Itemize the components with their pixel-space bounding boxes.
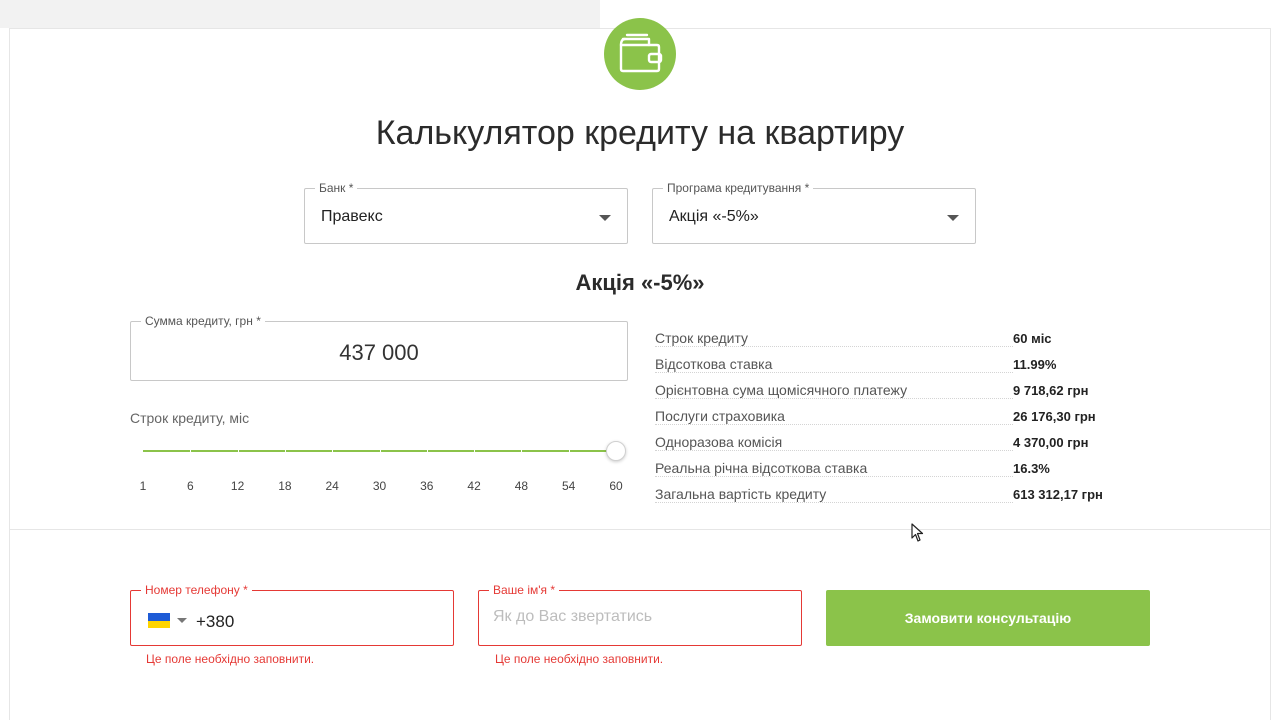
term-slider-tick [568, 448, 570, 454]
detail-label: Орієнтовна сума щомісячного платежу [655, 381, 1013, 399]
loan-details: Строк кредиту 60 міс Відсоткова ставка 11.9… [655, 325, 1125, 507]
term-tick-label: 12 [230, 479, 245, 493]
detail-row: Реальна річна відсоткова ставка 16.3% [655, 455, 1125, 481]
term-label: Строк кредиту, міс [130, 410, 250, 426]
term-slider-handle[interactable] [606, 441, 626, 461]
term-slider-tick [474, 448, 476, 454]
detail-value: 26 176,30 грн [1013, 408, 1096, 424]
name-error: Це поле необхідно заповнити. [495, 652, 664, 666]
term-tick-label: 36 [420, 479, 434, 493]
chevron-down-icon[interactable] [177, 618, 187, 623]
detail-label: Одноразова комісія [655, 433, 1013, 451]
detail-value: 11.99% [1013, 356, 1057, 372]
term-slider-tick [237, 448, 239, 454]
phone-error: Це поле необхідно заповнити. [146, 652, 315, 666]
detail-row: Відсоткова ставка 11.99% [655, 351, 1125, 377]
program-value: Акція «-5%» [669, 208, 759, 225]
detail-row: Одноразова комісія 4 370,00 грн [655, 429, 1125, 455]
term-tick-label: 18 [278, 479, 292, 493]
detail-row: Орієнтовна сума щомісячного платежу 9 718… [655, 377, 1125, 403]
amount-label: Сумма кредиту, грн * [141, 314, 265, 328]
chevron-down-icon [599, 215, 611, 221]
page-title: Калькулятор кредиту на квартиру [375, 114, 905, 152]
chevron-down-icon [947, 215, 959, 221]
program-subtitle: Акція «-5%» [575, 270, 705, 295]
detail-label: Строк кредиту [655, 329, 1013, 347]
amount-input[interactable]: Сумма кредиту, грн * 437 000 [130, 314, 628, 381]
bank-select[interactable]: Банк * Правекс [304, 181, 628, 244]
wallet-logo [604, 18, 676, 90]
mouse-cursor-icon [911, 523, 924, 542]
term-tick-label: 54 [562, 479, 576, 493]
detail-label: Загальна вартість кредиту [655, 485, 1013, 503]
bank-value: Правекс [321, 208, 383, 225]
detail-label: Реальна річна відсоткова ставка [655, 459, 1013, 477]
detail-value: 4 370,00 грн [1013, 434, 1089, 450]
term-tick-label: 48 [514, 479, 529, 493]
detail-row: Строк кредиту 60 міс [655, 325, 1125, 351]
term-slider-tick [379, 448, 381, 454]
program-select[interactable]: Програма кредитування * Акція «-5%» [652, 181, 976, 244]
term-slider-tick [332, 448, 334, 454]
phone-label: Номер телефону * [141, 583, 252, 597]
ukraine-flag-icon[interactable] [148, 613, 170, 628]
term-tick-label: 42 [467, 479, 481, 493]
term-tick-label: 60 [609, 479, 623, 493]
amount-value: 437 000 [339, 340, 419, 365]
term-tick-label: 30 [372, 479, 387, 493]
term-slider-tick [521, 448, 523, 454]
section-divider [9, 529, 1271, 530]
name-input[interactable] [493, 608, 783, 626]
top-background [0, 0, 600, 28]
phone-value[interactable]: +380 [196, 612, 234, 632]
wallet-icon [619, 33, 663, 73]
detail-row: Послуги страховика 26 176,30 грн [655, 403, 1125, 429]
detail-value: 16.3% [1013, 460, 1050, 476]
detail-value: 613 312,17 грн [1013, 486, 1103, 502]
term-tick-label: 1 [139, 479, 147, 493]
order-consultation-button[interactable]: Замовити консультацію [826, 590, 1150, 646]
name-label: Ваше ім'я * [489, 583, 560, 597]
program-label: Програма кредитування * [663, 181, 814, 195]
detail-row: Загальна вартість кредиту 613 312,17 грн [655, 481, 1125, 507]
name-field[interactable]: Ваше ім'я * [478, 583, 802, 646]
term-tick-label: 24 [325, 479, 339, 493]
detail-label: Послуги страховика [655, 407, 1013, 425]
term-slider-tick [190, 448, 192, 454]
term-slider-tick [284, 448, 286, 454]
detail-value: 9 718,62 грн [1013, 382, 1089, 398]
bank-label: Банк * [315, 181, 358, 195]
term-tick-label: 6 [186, 479, 194, 493]
term-slider-tick [426, 448, 428, 454]
detail-value: 60 міс [1013, 330, 1052, 346]
detail-label: Відсоткова ставка [655, 355, 1013, 373]
phone-field[interactable]: Номер телефону * +380 [130, 583, 454, 646]
